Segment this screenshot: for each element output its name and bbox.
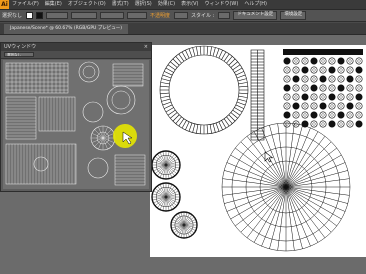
style-label: スタイル : (191, 13, 215, 19)
preferences-button[interactable]: 環境設定 (280, 11, 307, 20)
menu-help[interactable]: ヘルプ(H) (244, 0, 267, 9)
uv-window-toolbar: 選択なし (1, 51, 151, 59)
menu-window[interactable]: ウィンドウ(W) (204, 0, 238, 9)
menu-select[interactable]: 選択(S) (135, 0, 152, 9)
app-logo[interactable]: Ai (0, 0, 9, 9)
menu-type[interactable]: 書式(T) (112, 0, 129, 9)
brush-field[interactable] (100, 12, 125, 19)
document-tab[interactable]: Japanese/Scene* @ 60.67% (RGB/GPU プレビュー) (4, 24, 129, 34)
selection-status: 選択なし (2, 13, 23, 19)
control-bar: 選択なし 不透明度 スタイル : ドキュメント設定 環境設定 (0, 10, 366, 22)
cursor-icon (264, 151, 274, 163)
uv-map-artwork (5, 61, 146, 186)
opacity-field[interactable] (174, 12, 189, 19)
menubar: Ai ファイル(F) 編集(E) オブジェクト(O) 書式(T) 選択(S) 効… (0, 0, 366, 10)
menu-file[interactable]: ファイル(F) (12, 0, 39, 9)
style-field[interactable] (218, 12, 231, 19)
opacity-label[interactable]: 不透明度 (150, 12, 170, 19)
document-tab-bar: Japanese/Scene* @ 60.67% (RGB/GPU プレビュー) (0, 23, 366, 35)
variable-width-field[interactable] (71, 12, 98, 19)
close-icon[interactable]: × (144, 43, 148, 51)
menu-object[interactable]: オブジェクト(O) (68, 0, 106, 9)
uv-canvas[interactable] (3, 60, 149, 189)
fill-swatch[interactable] (26, 12, 34, 19)
graphic-style-field[interactable] (127, 12, 148, 19)
wheel-artwork (151, 150, 198, 239)
uv-option-select[interactable]: 選択なし (4, 52, 34, 57)
stroke-swatch[interactable] (36, 12, 44, 19)
uv-window[interactable]: UVウィンドウ × 選択なし (0, 42, 152, 192)
stroke-weight-field[interactable] (46, 12, 69, 19)
menu-view[interactable]: 表示(V) (181, 0, 198, 9)
document-settings-button[interactable]: ドキュメント設定 (233, 11, 278, 20)
menu-edit[interactable]: 編集(E) (45, 0, 62, 9)
uv-window-title[interactable]: UVウィンドウ (1, 43, 151, 51)
menu-effect[interactable]: 効果(C) (158, 0, 175, 9)
